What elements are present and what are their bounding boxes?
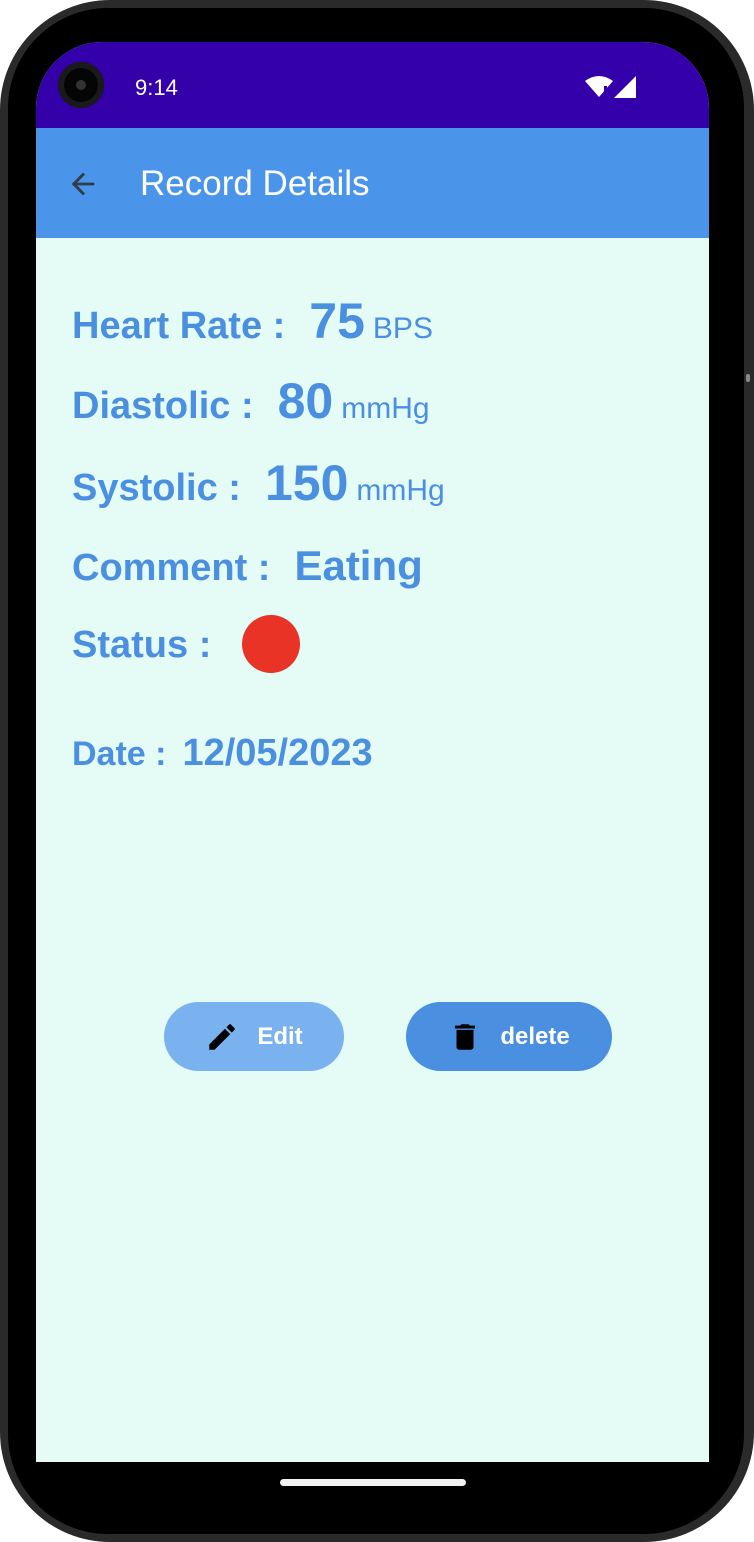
status-row: Status : [72, 624, 211, 667]
edit-button-label: Edit [257, 1022, 303, 1050]
heart-rate-value: 75 [309, 293, 365, 349]
diastolic-label: Diastolic : [72, 385, 254, 427]
signal-icon [614, 76, 636, 98]
date-label: Date : [72, 735, 167, 773]
status-label: Status : [72, 624, 212, 666]
comment-row: Comment : Eating [72, 542, 423, 590]
date-value: 12/05/2023 [182, 732, 373, 774]
heart-rate-unit: BPS [372, 312, 433, 345]
pencil-icon [209, 1023, 236, 1050]
arrow-left-icon[interactable] [66, 167, 100, 201]
heart-rate-label: Heart Rate : [72, 305, 286, 347]
diastolic-row: Diastolic : 80 mmHg [72, 372, 430, 430]
wifi-icon [585, 76, 613, 97]
delete-button[interactable]: delete [406, 1002, 612, 1071]
date-row: Date : 12/05/2023 [72, 732, 373, 775]
status-time: 9:14 [135, 75, 178, 100]
systolic-row: Systolic : 150 mmHg [72, 454, 445, 512]
heart-rate-row: Heart Rate : 75 BPS [72, 292, 433, 350]
delete-button-label: delete [500, 1022, 570, 1050]
edit-button[interactable]: Edit [164, 1002, 344, 1071]
app-bar: Record Details [36, 128, 709, 238]
page-title: Record Details [140, 164, 370, 203]
home-indicator[interactable] [280, 1479, 466, 1486]
systolic-unit: mmHg [356, 474, 445, 507]
status-bar: 9:14 [36, 42, 709, 128]
status-indicator [242, 615, 300, 673]
systolic-label: Systolic : [72, 467, 241, 509]
comment-value: Eating [294, 542, 423, 589]
comment-label: Comment : [72, 547, 271, 589]
screen: 9:14 Record Details Heart Rate : 75 BPS … [36, 42, 709, 1462]
systolic-value: 150 [264, 455, 349, 511]
diastolic-value: 80 [277, 373, 334, 429]
trash-icon [455, 1023, 476, 1050]
side-button [746, 374, 750, 382]
diastolic-unit: mmHg [341, 392, 430, 425]
front-camera [58, 62, 104, 108]
